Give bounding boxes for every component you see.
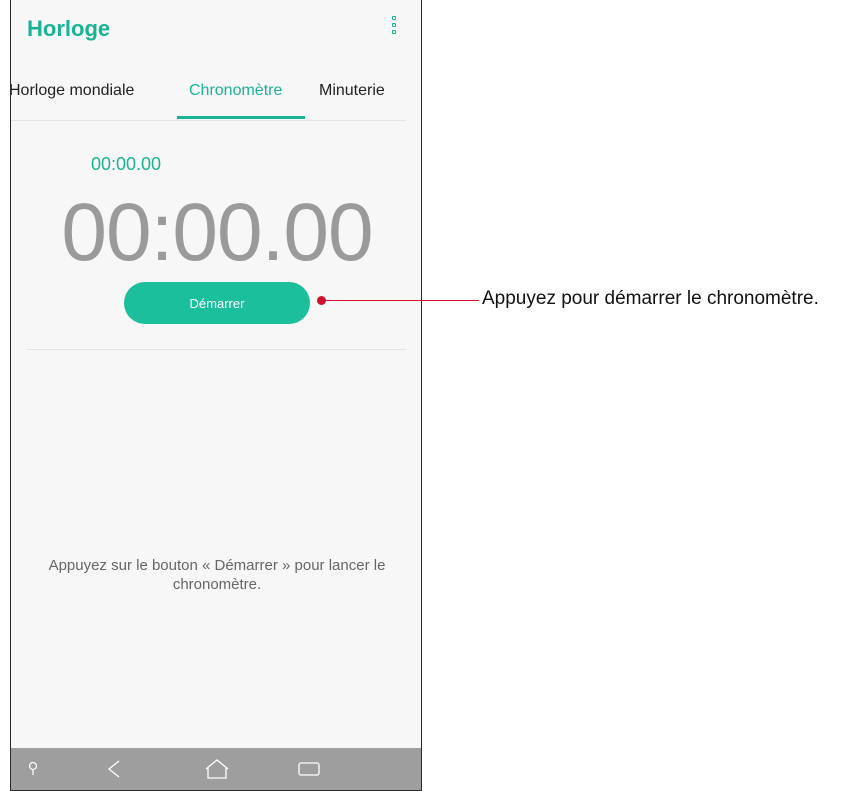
callout-line bbox=[322, 300, 479, 301]
tab-stopwatch[interactable]: Chronomètre bbox=[189, 82, 282, 100]
stopwatch-time: 00:00.00 bbox=[61, 187, 373, 278]
more-vert-icon[interactable] bbox=[391, 16, 399, 40]
phone-screen: Horloge Horloge mondiale Chronomètre Min… bbox=[10, 0, 422, 791]
callout-text: Appuyez pour démarrer le chronomètre. bbox=[482, 288, 819, 309]
navigation-bar bbox=[11, 748, 421, 790]
tab-bar: Horloge mondiale Chronomètre Minuterie bbox=[11, 74, 406, 121]
empty-state-hint: Appuyez sur le bouton « Démarrer » pour … bbox=[48, 557, 386, 593]
lap-time: 00:00.00 bbox=[91, 154, 162, 174]
tab-timer[interactable]: Minuterie bbox=[319, 82, 385, 100]
divider bbox=[27, 349, 406, 350]
back-icon[interactable] bbox=[105, 758, 123, 780]
callout-dot bbox=[317, 296, 326, 305]
home-icon[interactable] bbox=[203, 758, 231, 780]
search-icon[interactable] bbox=[25, 760, 41, 778]
tab-world-clock[interactable]: Horloge mondiale bbox=[11, 82, 134, 100]
app-title: Horloge bbox=[27, 16, 111, 41]
recent-apps-icon[interactable] bbox=[297, 761, 321, 777]
active-tab-indicator bbox=[177, 116, 305, 119]
start-button[interactable]: Démarrer bbox=[124, 282, 310, 324]
